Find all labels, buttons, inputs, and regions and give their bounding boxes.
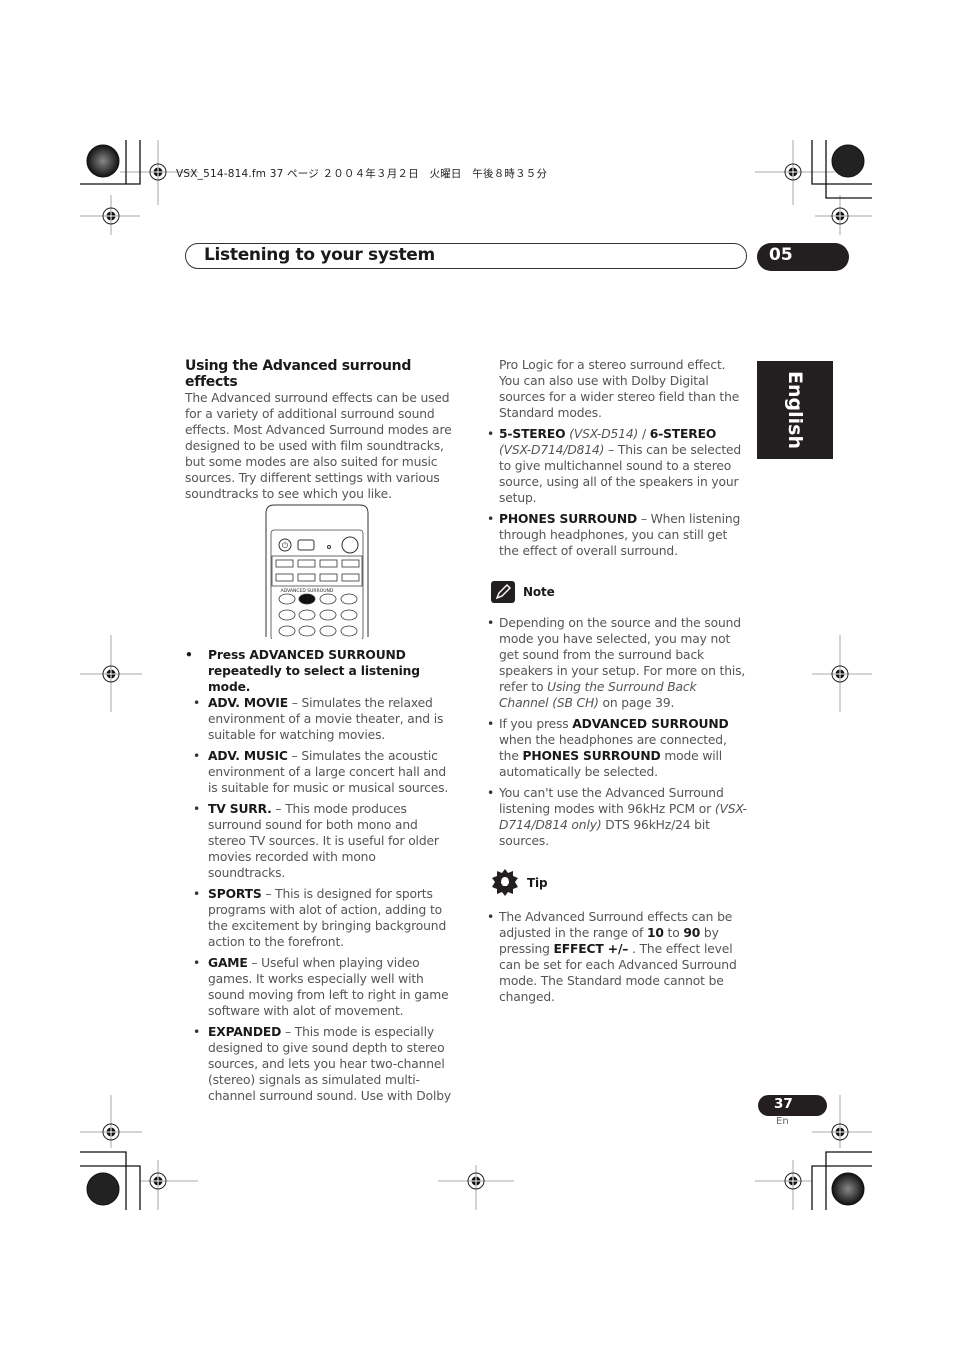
mode-name: PHONES SURROUND [499, 512, 638, 526]
note-item: If you press ADVANCED SURROUND when the … [485, 716, 747, 780]
mode-list-item: ADV. MOVIE – Simulates the relaxed envir… [185, 695, 455, 743]
mode-name: ADV. MUSIC [208, 749, 288, 763]
note-item: Depending on the source and the sound mo… [485, 615, 747, 711]
instruction-text: Press ADVANCED SURROUND repeatedly to se… [208, 648, 420, 694]
mode-name: GAME [208, 956, 248, 970]
print-header: VSX_514-814.fm 37 ページ ２００４年３月２日 火曜日 午後８時… [176, 168, 548, 180]
tip-text: to [663, 926, 684, 940]
note-item: You can't use the Advanced Surround list… [485, 785, 747, 849]
key-name: PHONES SURROUND [522, 749, 661, 763]
section-heading: Using the Advanced surround effects [185, 358, 412, 390]
chapter-badge: 05 [757, 243, 849, 271]
pencil-note-icon [491, 581, 515, 603]
note-heading: Note [485, 581, 747, 603]
mode-name: EXPANDED [208, 1025, 282, 1039]
left-column: Using the Advanced surround effects The … [185, 358, 457, 502]
range-min: 10 [646, 926, 664, 940]
section-title-bar: Listening to your system [185, 243, 747, 269]
language-label: English [784, 371, 806, 449]
page-number-badge: 37 [758, 1095, 827, 1116]
key-name: ADVANCED SURROUND [572, 717, 729, 731]
remote-button-label: ADVANCED SURROUND [281, 588, 334, 594]
mode-name: 5-STEREO [499, 427, 566, 441]
tip-item: The Advanced Surround effects can be adj… [485, 909, 747, 1005]
model-note: (VSX-D514) [565, 427, 642, 441]
mode-name: ADV. MOVIE [208, 696, 288, 710]
mode-name: TV SURR. [208, 802, 272, 816]
language-tab: English [757, 361, 833, 459]
crop-marks [80, 140, 872, 1210]
mode-list-item: GAME – Useful when playing video games. … [185, 955, 455, 1019]
language-code: En [776, 1116, 789, 1127]
page-number: 37 [774, 1096, 793, 1112]
range-max: 90 [683, 926, 701, 940]
mode-list-item: TV SURR. – This mode produces surround s… [185, 801, 455, 881]
lightbulb-tip-icon [492, 869, 518, 896]
model-note: (VSX-D714/D814) [499, 443, 605, 457]
list-item-stereo: 5-STEREO (VSX-D514) / 6-STEREO (VSX-D714… [485, 426, 747, 506]
key-name: EFFECT +/– [553, 942, 629, 956]
mode-list: • Press ADVANCED SURROUND repeatedly to s… [185, 647, 455, 1109]
continuation-paragraph: Pro Logic for a stereo surround effect. … [499, 358, 740, 420]
section-title: Listening to your system [204, 245, 435, 265]
instruction: • Press ADVANCED SURROUND repeatedly to s… [185, 648, 420, 694]
intro-paragraph: The Advanced surround effects can be use… [185, 391, 452, 501]
mode-list-item: SPORTS – This is designed for sports pro… [185, 886, 455, 950]
chapter-number: 05 [769, 245, 793, 265]
separator: / [641, 427, 650, 441]
note-text: on page 39. [598, 696, 675, 710]
tip-label: Tip [527, 876, 548, 890]
note-label: Note [523, 585, 555, 599]
remote-control-illustration: ⏻ ADVANCED SURROUND [265, 504, 369, 639]
note-text: You can't use the Advanced Surround list… [499, 786, 724, 816]
svg-text:⏻: ⏻ [282, 541, 289, 550]
note-text: If you press [499, 717, 573, 731]
list-item-phones: PHONES SURROUND – When listening through… [485, 511, 747, 559]
mode-list-item: ADV. MUSIC – Simulates the acoustic envi… [185, 748, 455, 796]
tip-heading: Tip [485, 869, 747, 897]
mode-name: SPORTS [208, 887, 262, 901]
right-column: Pro Logic for a stereo surround effect. … [485, 357, 747, 1010]
mode-list-item: EXPANDED – This mode is especially desig… [185, 1024, 455, 1104]
mode-name: 6-STEREO [649, 427, 717, 441]
